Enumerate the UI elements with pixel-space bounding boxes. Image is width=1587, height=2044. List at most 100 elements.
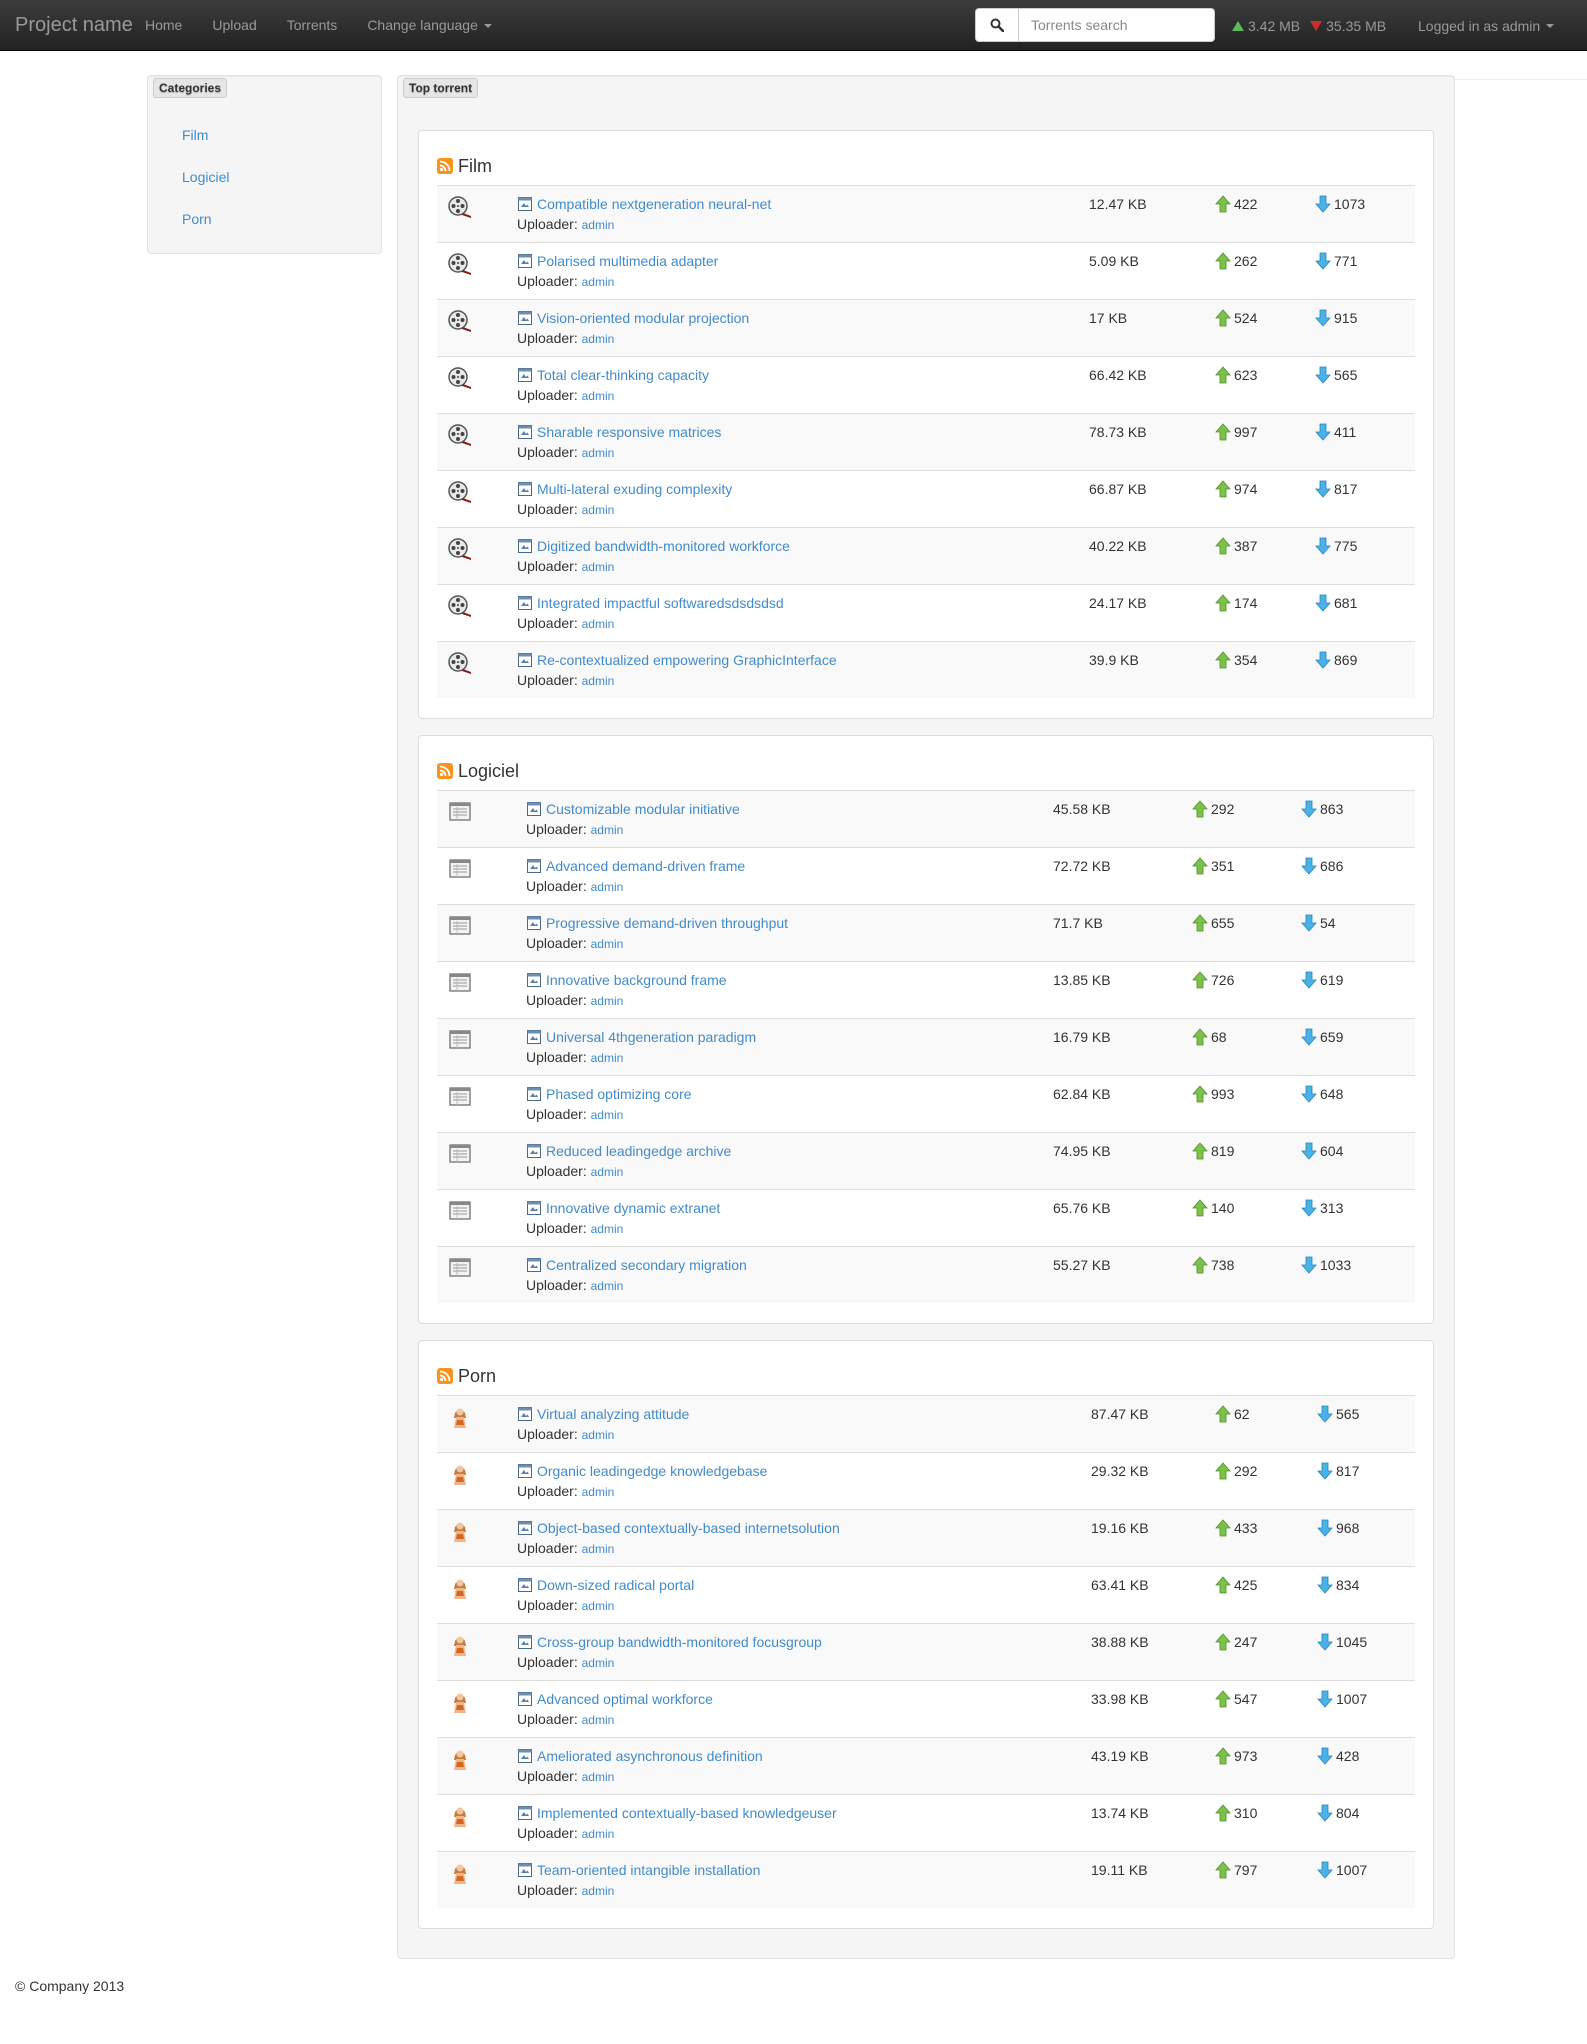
torrent-link[interactable]: Down-sized radical portal bbox=[517, 1576, 694, 1594]
seed-arrow-icon bbox=[1192, 1085, 1208, 1103]
uploader-link[interactable]: admin bbox=[591, 1051, 624, 1065]
uploader-line: Uploader: admin bbox=[526, 1162, 731, 1181]
torrent-size: 5.09 KB bbox=[1089, 253, 1139, 269]
uploader-line: Uploader: admin bbox=[526, 1105, 692, 1124]
torrent-link[interactable]: Cross-group bandwidth-monitored focusgro… bbox=[517, 1633, 822, 1651]
seeders: 351 bbox=[1192, 857, 1234, 875]
seeders: 655 bbox=[1192, 914, 1234, 932]
leechers-count: 771 bbox=[1334, 253, 1358, 269]
torrent-name: Progressive demand-driven throughput bbox=[546, 915, 789, 931]
torrent-link[interactable]: Compatible nextgeneration neural-net bbox=[517, 195, 771, 213]
uploader-link[interactable]: admin bbox=[582, 1770, 615, 1784]
nav-upload[interactable]: Upload bbox=[212, 17, 256, 33]
torrent-link[interactable]: Advanced demand-driven frame bbox=[526, 857, 745, 875]
uploader-link[interactable]: admin bbox=[582, 275, 615, 289]
seeders: 738 bbox=[1192, 1256, 1234, 1274]
uploader-link[interactable]: admin bbox=[591, 1165, 624, 1179]
torrent-link[interactable]: Centralized secondary migration bbox=[526, 1256, 747, 1274]
uploader-line: Uploader: admin bbox=[526, 934, 788, 953]
uploader-label: Uploader: bbox=[517, 330, 578, 346]
torrent-link[interactable]: Integrated impactful softwaredsdsdsdsd bbox=[517, 594, 784, 612]
uploader-label: Uploader: bbox=[517, 216, 578, 232]
nav-torrents[interactable]: Torrents bbox=[287, 17, 338, 33]
table-row: Universal 4thgeneration paradigm Uploader… bbox=[437, 1018, 1415, 1075]
uploader-link[interactable]: admin bbox=[591, 1279, 624, 1293]
torrent-size: 71.7 KB bbox=[1053, 915, 1103, 931]
uploader-link[interactable]: admin bbox=[582, 1542, 615, 1556]
uploader-link[interactable]: admin bbox=[582, 560, 615, 574]
torrent-link[interactable]: Multi-lateral exuding complexity bbox=[517, 480, 732, 498]
leechers: 775 bbox=[1315, 537, 1357, 555]
uploader-link[interactable]: admin bbox=[582, 1884, 615, 1898]
torrent-link[interactable]: Ameliorated asynchronous definition bbox=[517, 1747, 763, 1765]
torrent-file-icon bbox=[527, 859, 541, 873]
seeders: 726 bbox=[1192, 971, 1234, 989]
seed-arrow-icon bbox=[1215, 252, 1231, 270]
rss-icon[interactable] bbox=[437, 763, 453, 779]
torrent-link[interactable]: Object-based contextually-based internet… bbox=[517, 1519, 840, 1537]
torrent-link[interactable]: Organic leadingedge knowledgebase bbox=[517, 1462, 767, 1480]
uploader-link[interactable]: admin bbox=[582, 446, 615, 460]
rss-icon[interactable] bbox=[437, 1368, 453, 1384]
torrent-link[interactable]: Universal 4thgeneration paradigm bbox=[526, 1028, 756, 1046]
search-icon bbox=[990, 18, 1004, 32]
uploader-link[interactable]: admin bbox=[582, 674, 615, 688]
torrent-link[interactable]: Digitized bandwidth-monitored workforce bbox=[517, 537, 790, 555]
torrent-link[interactable]: Progressive demand-driven throughput bbox=[526, 914, 788, 932]
uploader-link[interactable]: admin bbox=[582, 389, 615, 403]
sidebar-item-film[interactable]: Film bbox=[182, 127, 208, 143]
torrent-link[interactable]: Implemented contextually-based knowledge… bbox=[517, 1804, 837, 1822]
uploader-link[interactable]: admin bbox=[591, 1222, 624, 1236]
torrent-link[interactable]: Total clear-thinking capacity bbox=[517, 366, 709, 384]
uploader-link[interactable]: admin bbox=[582, 503, 615, 517]
torrent-link[interactable]: Phased optimizing core bbox=[526, 1085, 692, 1103]
uploader-link[interactable]: admin bbox=[582, 1428, 615, 1442]
torrent-link[interactable]: Sharable responsive matrices bbox=[517, 423, 721, 441]
uploader-link[interactable]: admin bbox=[582, 218, 615, 232]
uploader-line: Uploader: admin bbox=[517, 671, 837, 690]
uploader-line: Uploader: admin bbox=[526, 1219, 720, 1238]
uploader-link[interactable]: admin bbox=[591, 994, 624, 1008]
uploader-link[interactable]: admin bbox=[591, 937, 624, 951]
seeders: 547 bbox=[1215, 1690, 1257, 1708]
rss-icon[interactable] bbox=[437, 158, 453, 174]
seed-arrow-icon bbox=[1215, 537, 1231, 555]
uploader-link[interactable]: admin bbox=[591, 823, 624, 837]
uploader-link[interactable]: admin bbox=[582, 1599, 615, 1613]
nav-home[interactable]: Home bbox=[145, 17, 182, 33]
uploader-link[interactable]: admin bbox=[582, 332, 615, 346]
uploader-line: Uploader: admin bbox=[517, 386, 709, 405]
torrent-name: Reduced leadingedge archive bbox=[546, 1143, 732, 1159]
torrent-link[interactable]: Innovative background frame bbox=[526, 971, 727, 989]
uploader-link[interactable]: admin bbox=[582, 1827, 615, 1841]
torrent-link[interactable]: Reduced leadingedge archive bbox=[526, 1142, 731, 1160]
leech-arrow-icon bbox=[1317, 1576, 1333, 1594]
sidebar-item-logiciel[interactable]: Logiciel bbox=[182, 169, 229, 185]
leechers: 565 bbox=[1315, 366, 1357, 384]
torrent-file-icon bbox=[518, 1578, 532, 1592]
search-button[interactable] bbox=[975, 8, 1019, 42]
sidebar-item-porn[interactable]: Porn bbox=[182, 211, 212, 227]
uploader-link[interactable]: admin bbox=[582, 1713, 615, 1727]
uploader-link[interactable]: admin bbox=[591, 1108, 624, 1122]
brand-link[interactable]: Project name bbox=[15, 14, 145, 37]
torrent-link[interactable]: Polarised multimedia adapter bbox=[517, 252, 718, 270]
uploader-link[interactable]: admin bbox=[582, 1656, 615, 1670]
search-input[interactable] bbox=[1019, 8, 1215, 42]
uploader-link[interactable]: admin bbox=[582, 617, 615, 631]
torrent-link[interactable]: Virtual analyzing attitude bbox=[517, 1405, 689, 1423]
torrent-link[interactable]: Team-oriented intangible installation bbox=[517, 1861, 760, 1879]
category-title-label: Logiciel bbox=[458, 760, 520, 781]
leech-arrow-icon bbox=[1315, 537, 1331, 555]
user-menu[interactable]: Logged in as admin bbox=[1418, 0, 1555, 51]
torrent-link[interactable]: Advanced optimal workforce bbox=[517, 1690, 713, 1708]
torrent-info: Universal 4thgeneration paradigm Uploader… bbox=[526, 1028, 756, 1067]
nav-change-language[interactable]: Change language bbox=[367, 17, 492, 33]
torrent-link[interactable]: Customizable modular initiative bbox=[526, 800, 740, 818]
uploader-link[interactable]: admin bbox=[582, 1485, 615, 1499]
uploader-line: Uploader: admin bbox=[517, 215, 771, 234]
torrent-link[interactable]: Vision-oriented modular projection bbox=[517, 309, 749, 327]
torrent-link[interactable]: Re-contextualized empowering GraphicInte… bbox=[517, 651, 837, 669]
torrent-link[interactable]: Innovative dynamic extranet bbox=[526, 1199, 720, 1217]
uploader-link[interactable]: admin bbox=[591, 880, 624, 894]
